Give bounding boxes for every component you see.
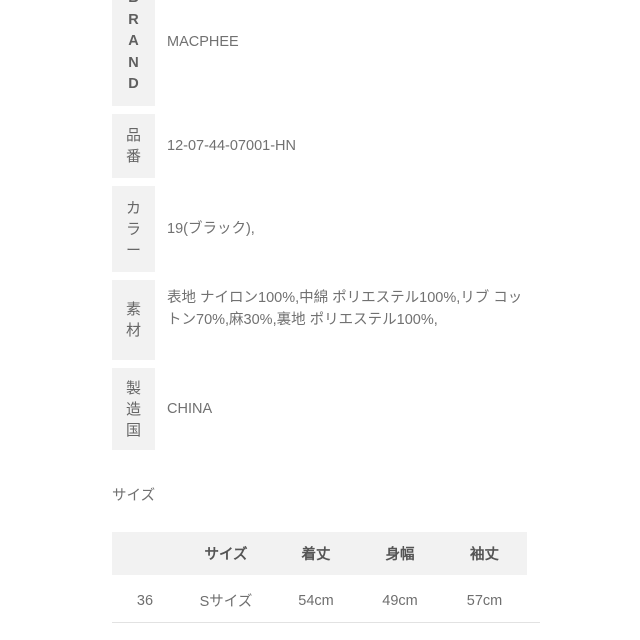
spec-row-color: カ ラ ー 19(ブラック),	[112, 186, 528, 272]
spec-label-char: 国	[125, 421, 141, 439]
product-spec-table: B R A N D MACPHEE 品 番 12-07-44-07001-HN …	[112, 0, 528, 458]
size-cell-sleeve: 57cm	[466, 592, 503, 609]
spec-label-char: 番	[125, 148, 141, 165]
spec-label-char: D	[128, 76, 139, 93]
size-table: サイズ 着丈 身幅 袖丈 36 Sサイズ 54cm 49cm 57cm	[112, 532, 527, 626]
spec-value-text: 12-07-44-07001-HN	[167, 138, 296, 154]
size-cell-number: 36	[136, 592, 154, 609]
size-table-header-sleeve: 袖丈	[442, 532, 527, 575]
spec-label-char: 製	[125, 379, 141, 397]
spec-value-product-code: 12-07-44-07001-HN	[155, 114, 528, 178]
spec-label-char: 品	[125, 127, 141, 144]
size-cell-size: Sサイズ	[199, 594, 253, 610]
spec-label-char: B	[128, 0, 138, 10]
table-row: 36 Sサイズ 54cm 49cm 57cm	[112, 575, 527, 626]
size-cell-width: 49cm	[382, 592, 418, 609]
bottom-divider	[112, 622, 540, 623]
spec-row-material: 素 材 表地 ナイロン100%,中綿 ポリエステル100%,リブ コットン70%…	[112, 280, 528, 360]
size-section: サイズ サイズ 着丈 身幅 袖丈 36 Sサイズ 54cm 49cm 57cm	[112, 486, 540, 626]
spec-row-country-of-origin: 製 造 国 CHINA	[112, 368, 528, 450]
spec-label-char: 素	[125, 301, 141, 318]
spec-label-char: ー	[125, 241, 141, 259]
spec-label-char: R	[128, 11, 139, 28]
spec-row-brand: B R A N D MACPHEE	[112, 0, 528, 106]
spec-value-text: 表地 ナイロン100%,中綿 ポリエステル100%,リブ コットン70%,麻30…	[167, 290, 523, 328]
spec-label-char: ラ	[125, 220, 141, 238]
spec-row-product-code: 品 番 12-07-44-07001-HN	[112, 114, 528, 178]
spec-value-color: 19(ブラック),	[155, 186, 528, 272]
spec-label-char: 造	[125, 400, 141, 418]
size-cell-length: 54cm	[298, 592, 334, 609]
spec-label-char: 材	[125, 322, 141, 339]
spec-label-product-code: 品 番	[112, 114, 155, 178]
size-table-header-length: 着丈	[274, 532, 358, 575]
spec-label-char: A	[128, 33, 139, 50]
size-table-header-number	[112, 532, 178, 575]
size-table-header-width: 身幅	[358, 532, 442, 575]
spec-value-country-of-origin: CHINA	[155, 368, 528, 450]
spec-label-country-of-origin: 製 造 国	[112, 368, 155, 450]
size-table-header-size: サイズ	[178, 532, 274, 575]
spec-label-material: 素 材	[112, 280, 155, 360]
spec-label-char: カ	[125, 199, 141, 217]
spec-label-brand: B R A N D	[112, 0, 155, 106]
size-section-heading: サイズ	[112, 488, 156, 504]
spec-label-color: カ ラ ー	[112, 186, 155, 272]
spec-value-text: MACPHEE	[167, 34, 239, 50]
spec-value-brand: MACPHEE	[155, 0, 528, 106]
spec-value-text: CHINA	[167, 401, 213, 417]
spec-value-text: 19(ブラック),	[167, 221, 255, 237]
size-table-header-row: サイズ 着丈 身幅 袖丈	[112, 532, 527, 575]
spec-value-material: 表地 ナイロン100%,中綿 ポリエステル100%,リブ コットン70%,麻30…	[155, 280, 528, 360]
spec-label-char: N	[128, 54, 139, 71]
